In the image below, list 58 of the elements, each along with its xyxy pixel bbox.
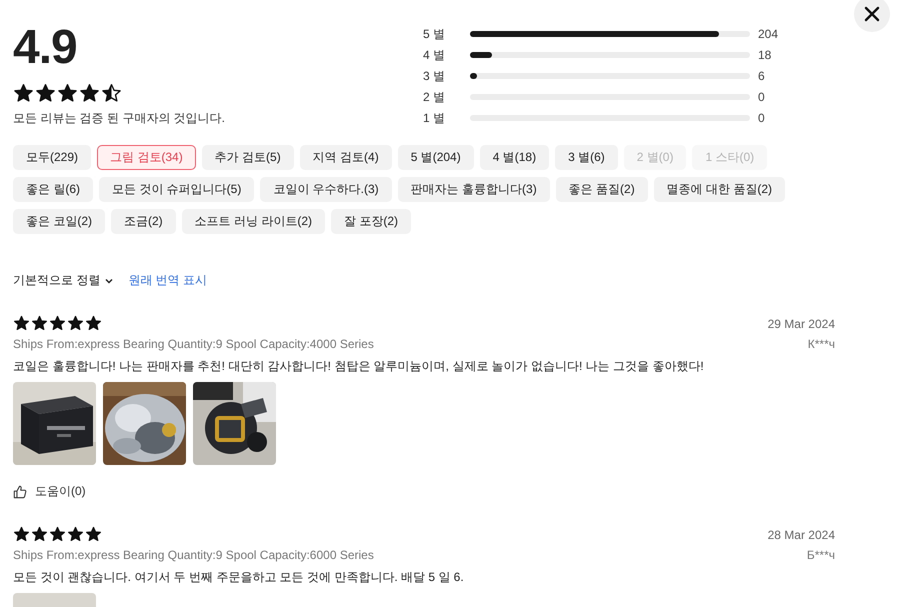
filter-chip[interactable]: 3 별(6)	[555, 145, 618, 170]
verified-note: 모든 리뷰는 검증 된 구매자의 것입니다.	[13, 110, 226, 127]
reviewer-name: Б***ч	[806, 548, 835, 562]
filter-chip[interactable]: 잘 포장(2)	[331, 209, 412, 234]
star-icon	[101, 83, 122, 104]
filter-chip[interactable]: 모두(229)	[13, 145, 92, 170]
filter-chip[interactable]: 소프트 러닝 라이트(2)	[182, 209, 326, 234]
star-icon	[85, 526, 102, 543]
filter-chip[interactable]: 좋은 코일(2)	[13, 209, 105, 234]
filter-chip[interactable]: 지역 검토(4)	[300, 145, 392, 170]
star-label: 5 별	[423, 26, 446, 42]
review-text: 코일은 훌륭합니다! 나는 판매자를 추천! 대단히 감사합니다! 첨탑은 알루미늄이며, 실제로 놀이가 없습니다! 나는 그것을 좋아했다!	[13, 358, 705, 375]
star-icon	[49, 315, 66, 332]
star-label: 2 별	[423, 88, 446, 106]
star-icon	[13, 315, 30, 332]
close-button[interactable]	[854, 0, 890, 32]
filter-chip[interactable]: 좋은 릴(6)	[13, 177, 93, 202]
star-icon	[13, 526, 30, 543]
star-icon	[85, 315, 102, 332]
filter-chip[interactable]: 좋은 품질(2)	[556, 177, 648, 202]
rating-count: 0	[758, 111, 765, 125]
filter-chip[interactable]: 모든 것이 슈퍼입니다(5)	[99, 177, 254, 202]
filter-chip[interactable]: 코일이 우수하다.(3)	[260, 177, 392, 202]
star-icon	[67, 315, 84, 332]
review-date: 28 Mar 2024	[768, 528, 835, 542]
translation-link[interactable]: 원래 번역 표시	[128, 272, 208, 289]
star-icon	[13, 83, 34, 104]
filter-chip[interactable]: 멸종에 대한 품질(2)	[654, 177, 786, 202]
thumbs-up-icon	[13, 484, 27, 498]
review-date: 29 Mar 2024	[768, 316, 835, 330]
star-icon	[79, 83, 100, 104]
filter-chip[interactable]: 4 별(18)	[480, 145, 550, 170]
star-icon	[67, 526, 84, 543]
star-icon	[57, 83, 78, 104]
star-icon	[31, 526, 48, 543]
filter-chip[interactable]: 5 별(204)	[398, 145, 474, 170]
helpful-button[interactable]: 도움이(0)	[13, 483, 86, 500]
rating-count: 18	[758, 48, 772, 62]
close-icon	[864, 6, 880, 22]
filter-chip[interactable]: 판매자는 훌륭합니다(3)	[398, 177, 550, 202]
order-details: Ships From:express Bearing Quantity:9 Spool Capacity:6000 Series	[13, 548, 374, 562]
star-icon	[49, 526, 66, 543]
star-label: 3 별	[423, 68, 446, 84]
reviewer-name: К***ч	[808, 337, 835, 351]
filter-chip[interactable]: 조금(2)	[111, 209, 176, 234]
star-icon	[35, 83, 56, 104]
star-icon	[31, 315, 48, 332]
filter-chip[interactable]: 추가 검토(5)	[202, 145, 294, 170]
star-label: 1 별	[423, 110, 446, 126]
rating-count: 0	[758, 90, 765, 104]
sort-dropdown[interactable]: 기본적으로 정렬	[13, 272, 114, 289]
review-text: 모든 것이 괜찮습니다. 여기서 두 번째 주문을하고 모든 것에 만족합니다. 배달 5 일 6.	[13, 569, 465, 586]
rating-count: 6	[758, 69, 765, 83]
average-rating: 4.9	[13, 24, 78, 72]
order-details: Ships From:express Bearing Quantity:9 Spool Capacity:4000 Series	[13, 337, 374, 351]
rating-count: 204	[758, 27, 778, 41]
filter-chip[interactable]: 그림 검토(34)	[97, 145, 196, 170]
star-label: 4 별	[423, 46, 446, 64]
